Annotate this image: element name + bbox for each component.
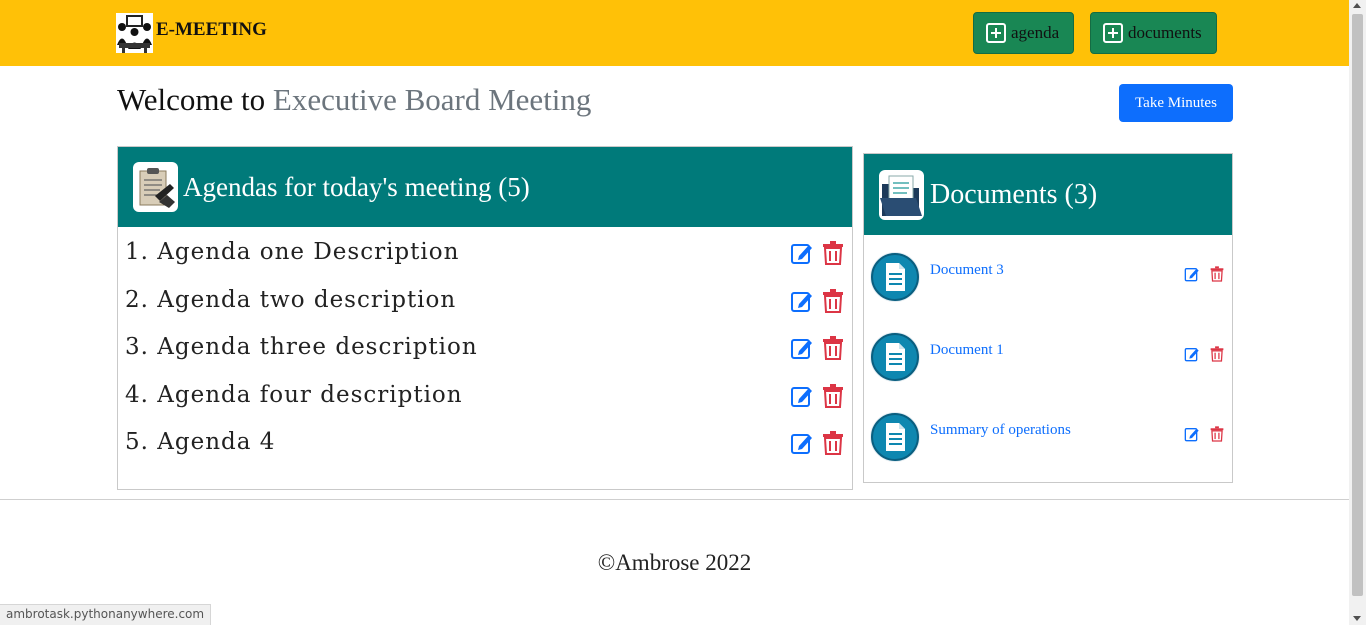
document-link[interactable]: Document 3 xyxy=(930,262,1004,279)
agenda-text: 5. Agenda 4 xyxy=(125,429,276,455)
footer-copyright: ©Ambrose 2022 xyxy=(597,550,752,575)
edit-icon[interactable] xyxy=(1184,426,1200,442)
agendas-header: Agendas for today's meeting (5) xyxy=(118,147,852,227)
add-documents-button[interactable]: documents xyxy=(1090,12,1217,54)
scroll-up-arrow-icon[interactable] xyxy=(1353,3,1361,8)
list-item: 5. Agenda 4 xyxy=(125,429,847,459)
list-item: Document 3 xyxy=(870,252,1226,306)
agendas-title: Agendas for today's meeting (5) xyxy=(183,171,530,202)
folder-icon xyxy=(879,169,924,220)
agenda-text: 3. Agenda three description xyxy=(125,334,478,360)
meeting-name: Executive Board Meeting xyxy=(272,82,592,117)
edit-icon[interactable] xyxy=(790,241,814,265)
edit-icon[interactable] xyxy=(790,289,814,313)
document-icon xyxy=(870,412,920,462)
scroll-down-arrow-icon[interactable] xyxy=(1353,616,1361,621)
brand[interactable]: E-MEETING xyxy=(116,13,267,53)
meeting-logo-icon xyxy=(116,13,153,53)
list-item: 4. Agenda four description xyxy=(125,382,847,412)
documents-header: Documents (3) xyxy=(864,154,1232,235)
footer-divider xyxy=(0,499,1349,500)
edit-icon[interactable] xyxy=(1184,266,1200,282)
document-icon xyxy=(870,332,920,382)
browser-status-url: ambrotask.pythonanywhere.com xyxy=(0,604,212,625)
list-item: 1. Agenda one Description xyxy=(125,239,847,269)
plus-square-icon xyxy=(986,23,1006,43)
page-title: Welcome to Executive Board Meeting xyxy=(117,82,591,118)
delete-icon[interactable] xyxy=(822,241,844,265)
documents-card: Documents (3) Document 3 Document 1 Summ… xyxy=(863,153,1233,483)
edit-icon[interactable] xyxy=(1184,346,1200,362)
document-icon xyxy=(870,252,920,302)
welcome-prefix: Welcome to xyxy=(117,82,266,117)
delete-icon[interactable] xyxy=(822,384,844,408)
list-item: Summary of operations xyxy=(870,412,1226,466)
delete-icon[interactable] xyxy=(822,431,844,455)
delete-icon[interactable] xyxy=(822,336,844,360)
brand-name: E-MEETING xyxy=(156,19,267,40)
agendas-card: Agendas for today's meeting (5) 1. Agend… xyxy=(117,146,853,490)
delete-icon[interactable] xyxy=(822,289,844,313)
agenda-text: 4. Agenda four description xyxy=(125,382,463,408)
delete-icon[interactable] xyxy=(1210,426,1224,442)
clipboard-icon xyxy=(133,162,178,212)
document-link[interactable]: Summary of operations xyxy=(930,422,1071,439)
delete-icon[interactable] xyxy=(1210,266,1224,282)
add-agenda-button[interactable]: agenda xyxy=(973,12,1074,54)
edit-icon[interactable] xyxy=(790,384,814,408)
agenda-text: 2. Agenda two description xyxy=(125,287,457,313)
edit-icon[interactable] xyxy=(790,431,814,455)
take-minutes-button[interactable]: Take Minutes xyxy=(1119,84,1233,122)
add-agenda-label: agenda xyxy=(1011,23,1060,42)
list-item: 2. Agenda two description xyxy=(125,287,847,317)
delete-icon[interactable] xyxy=(1210,346,1224,362)
navbar: E-MEETING agenda documents xyxy=(0,0,1349,66)
agenda-text: 1. Agenda one Description xyxy=(125,239,460,265)
vertical-scrollbar[interactable] xyxy=(1349,0,1366,625)
list-item: Document 1 xyxy=(870,332,1226,386)
plus-square-icon xyxy=(1103,23,1123,43)
scroll-thumb[interactable] xyxy=(1352,14,1363,596)
document-link[interactable]: Document 1 xyxy=(930,342,1004,359)
list-item: 3. Agenda three description xyxy=(125,334,847,364)
documents-title: Documents (3) xyxy=(930,178,1098,210)
add-documents-label: documents xyxy=(1128,23,1202,42)
edit-icon[interactable] xyxy=(790,336,814,360)
